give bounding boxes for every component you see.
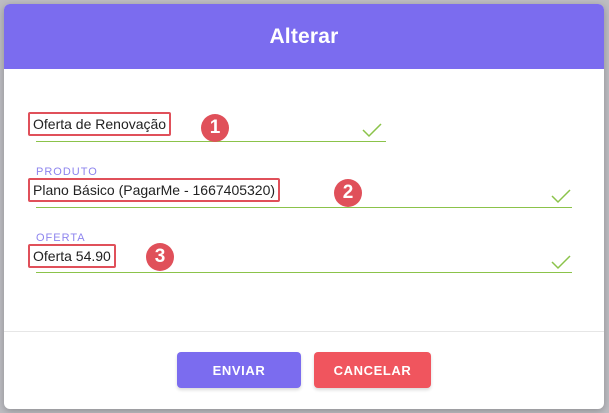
check-icon: [551, 255, 571, 270]
product-field[interactable]: PRODUTO Plano Básico (PagarMe - 16674053…: [28, 166, 574, 208]
callout-marker-3: 3: [146, 243, 174, 271]
submit-button[interactable]: ENVIAR: [177, 352, 301, 388]
offer-field-underline: [36, 272, 572, 273]
offer-field-label: OFERTA: [36, 232, 86, 244]
product-field-label: PRODUTO: [36, 166, 98, 178]
cancel-button[interactable]: CANCELAR: [314, 352, 431, 388]
edit-dialog: Alterar Oferta de Renovação 1 PRODUTO Pl…: [4, 4, 604, 409]
offer-field[interactable]: OFERTA Oferta 54.90: [28, 232, 574, 274]
footer-divider: [4, 331, 604, 332]
check-icon: [362, 123, 382, 138]
callout-marker-2: 2: [334, 179, 362, 207]
dialog-title: Alterar: [4, 4, 604, 69]
product-field-value[interactable]: Plano Básico (PagarMe - 1667405320): [28, 178, 281, 202]
name-field-value[interactable]: Oferta de Renovação: [28, 112, 172, 136]
offer-field-value[interactable]: Oferta 54.90: [28, 244, 116, 268]
callout-marker-1: 1: [201, 114, 229, 142]
product-field-underline: [36, 207, 572, 208]
check-icon: [551, 189, 571, 204]
